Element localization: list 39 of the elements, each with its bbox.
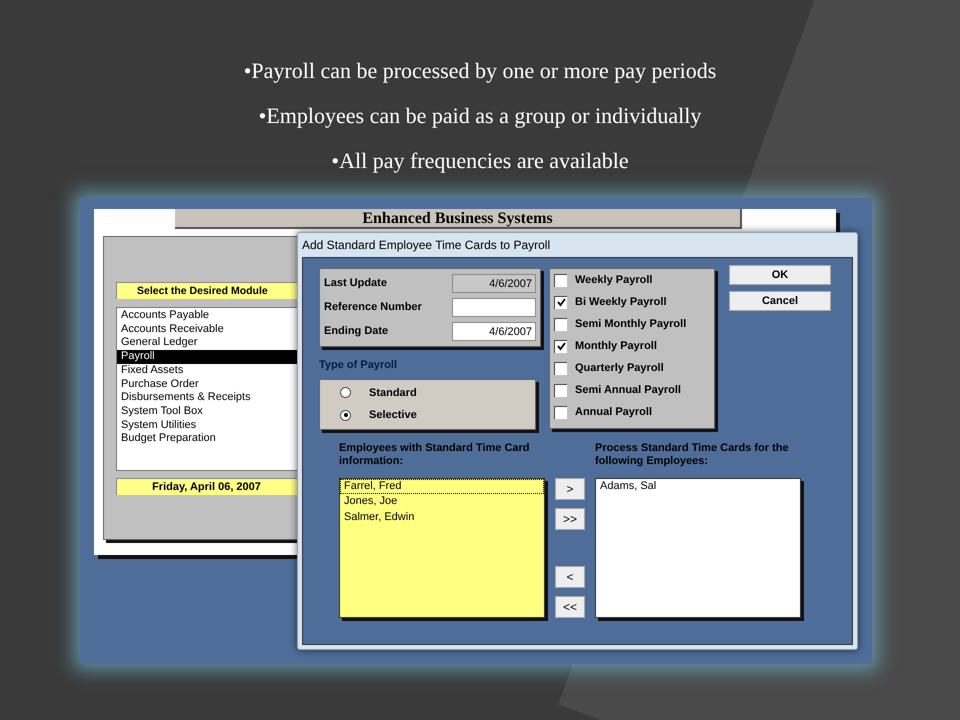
radio-button[interactable] — [340, 387, 351, 398]
radio-label: Selective — [369, 408, 417, 423]
checkbox-label: Weekly Payroll — [575, 272, 652, 288]
checkbox[interactable] — [554, 318, 567, 330]
employee-item[interactable]: Adams, Sal — [596, 478, 800, 494]
checkbox-label: Quarterly Payroll — [575, 360, 664, 376]
employee-item[interactable]: Farrel, Fred — [340, 478, 544, 494]
bullet-text: •Employees can be paid as a group or individually — [258, 102, 702, 130]
checkbox-label: Bi Weekly Payroll — [575, 294, 667, 310]
bullet-text: •All pay frequencies are available — [331, 147, 629, 175]
list-heading: Employees with Standard Time Card information: — [339, 442, 531, 468]
field-label: Ending Date — [324, 324, 388, 340]
text-field[interactable]: 4/6/2007 — [452, 322, 536, 341]
list-heading: Process Standard Time Cards for the following Employees: — [595, 442, 790, 468]
dialog-title: Add Standard Employee Time Cards to Payroll — [302, 237, 550, 254]
radio-button[interactable] — [340, 410, 351, 421]
checkbox[interactable] — [554, 406, 567, 418]
checkbox-label: Semi Annual Payroll — [575, 382, 681, 398]
checkbox-label: Monthly Payroll — [575, 338, 657, 354]
move-button[interactable]: >> — [555, 508, 585, 530]
text-field[interactable] — [452, 298, 536, 317]
checkbox-label: Semi Monthly Payroll — [575, 316, 686, 332]
employee-item[interactable]: Jones, Joe — [340, 494, 544, 510]
employee-item[interactable]: Salmer, Edwin — [340, 510, 544, 525]
window-title: Enhanced Business Systems — [175, 209, 742, 229]
checkbox[interactable] — [554, 384, 567, 396]
dialog-button[interactable]: OK — [729, 265, 831, 285]
checkbox[interactable] — [554, 296, 567, 308]
radio-label: Standard — [369, 386, 417, 400]
checkbox-label: Annual Payroll — [575, 404, 652, 420]
move-button[interactable]: << — [555, 596, 585, 618]
field-label: Reference Number — [324, 300, 422, 316]
dialog-button[interactable]: Cancel — [729, 291, 831, 311]
checkbox[interactable] — [554, 340, 567, 352]
bullet-text: •Payroll can be processed by one or more pay periods — [244, 57, 716, 85]
checkbox[interactable] — [554, 274, 567, 286]
move-button[interactable]: > — [555, 478, 585, 500]
checkbox[interactable] — [554, 362, 567, 374]
move-button[interactable]: < — [555, 566, 585, 588]
